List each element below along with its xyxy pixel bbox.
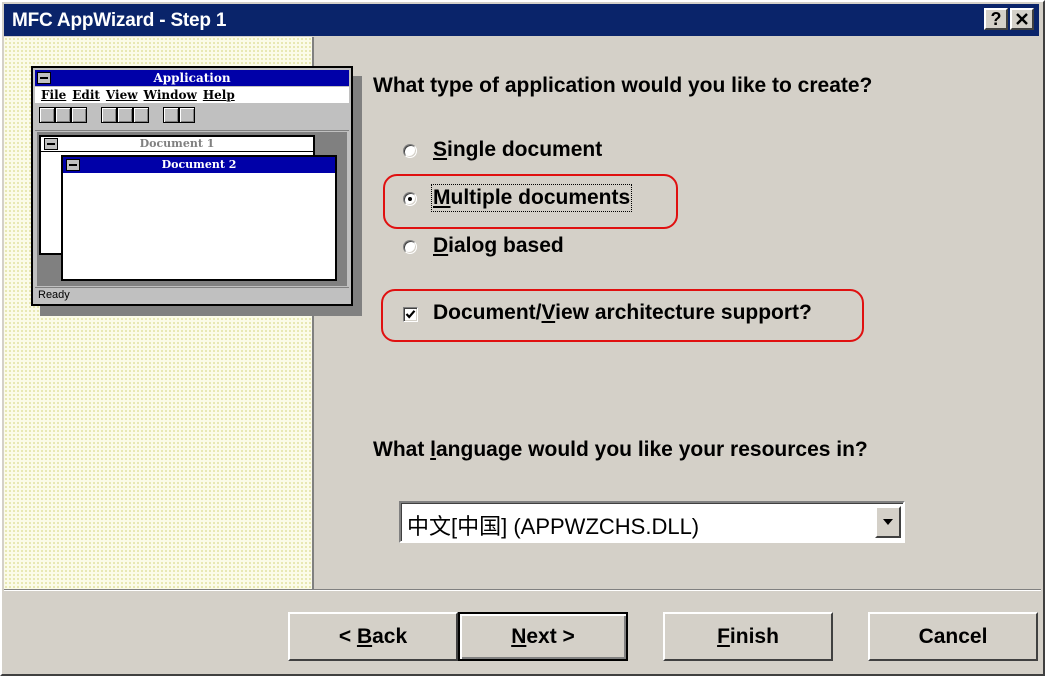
toolbar-button-icon <box>55 107 71 123</box>
single-document-text: ingle document <box>447 138 603 161</box>
illustration-toolbar <box>35 104 349 131</box>
bottom-divider-highlight <box>4 590 1041 591</box>
docview-text-before: Document/ <box>433 301 542 324</box>
mnemonic-d: D <box>433 234 449 257</box>
system-menu-icon <box>44 138 58 150</box>
title-bar: MFC AppWizard - Step 1 ? <box>4 4 1039 36</box>
close-icon <box>1016 13 1028 25</box>
back-text: ack <box>372 625 408 648</box>
checkbox-checked-icon[interactable] <box>403 307 418 322</box>
window-title: MFC AppWizard - Step 1 <box>12 10 227 31</box>
chevron-down-icon[interactable] <box>875 506 901 538</box>
toolbar-button-icon <box>101 107 117 123</box>
mnemonic-m: M <box>433 186 451 209</box>
language-question-after: anguage would you like your resources in… <box>436 438 868 461</box>
radio-icon[interactable] <box>403 144 417 158</box>
illustration-menu-edit: Edit <box>72 88 100 102</box>
mnemonic-f: F <box>717 625 730 648</box>
toolbar-button-icon <box>71 107 87 123</box>
document-2-title: Document 2 <box>63 157 335 173</box>
check-icon <box>405 310 416 319</box>
docview-text-after: iew architecture support? <box>555 301 812 324</box>
toolbar-button-icon <box>39 107 55 123</box>
toolbar-button-icon <box>133 107 149 123</box>
language-select-value: 中文[中国] (APPWZCHS.DLL) <box>407 514 700 539</box>
cancel-button[interactable]: Cancel <box>868 612 1038 661</box>
illustration-document-2: Document 2 <box>61 155 337 281</box>
toolbar-button-icon <box>117 107 133 123</box>
mnemonic-n: N <box>511 625 527 648</box>
illustration-menu-view: View <box>105 88 138 102</box>
radio-icon[interactable] <box>403 240 417 254</box>
back-prefix: < <box>338 625 357 648</box>
single-document-label: Single document <box>433 138 602 162</box>
app-type-question: What type of application would you like … <box>373 74 873 97</box>
illustration-menubar: File Edit View Window Help <box>35 87 349 103</box>
illustration-menu-file: File <box>41 88 67 102</box>
help-button[interactable]: ? <box>984 8 1008 30</box>
mnemonic-b: B <box>356 625 373 648</box>
finish-text: inish <box>729 625 779 648</box>
illustration-menu-help: Help <box>202 88 235 102</box>
dialog-based-label: Dialog based <box>433 234 564 258</box>
back-button[interactable]: < Back <box>288 612 458 661</box>
toolbar-button-icon <box>179 107 195 123</box>
finish-button[interactable]: Finish <box>663 612 833 661</box>
dialog-based-text: ialog based <box>448 234 564 257</box>
close-button[interactable] <box>1010 8 1034 30</box>
mdi-app-illustration: Application File Edit View Window Help Docum… <box>31 66 353 306</box>
next-text: ext > <box>526 625 575 648</box>
radio-selected-icon[interactable] <box>403 192 417 206</box>
language-question: What language would you like your resour… <box>373 438 868 462</box>
mnemonic-v: V <box>541 301 556 324</box>
toolbar-button-icon <box>163 107 179 123</box>
multiple-documents-label: Multiple documents <box>430 184 633 212</box>
system-menu-icon <box>66 159 80 171</box>
mnemonic-s: S <box>433 138 448 161</box>
illustration-status-bar: Ready <box>35 287 349 302</box>
language-question-before: What <box>373 438 431 461</box>
multiple-documents-text: ultiple documents <box>450 186 631 209</box>
illustration-app-title: Application <box>35 70 349 86</box>
illustration-menu-window: Window <box>143 88 197 102</box>
language-select[interactable]: 中文[中国] (APPWZCHS.DLL) <box>399 501 905 543</box>
docview-support-label: Document/View architecture support? <box>433 301 812 325</box>
system-menu-icon <box>37 72 51 84</box>
next-button[interactable]: Next > <box>458 612 628 661</box>
document-1-title: Document 1 <box>41 137 313 152</box>
